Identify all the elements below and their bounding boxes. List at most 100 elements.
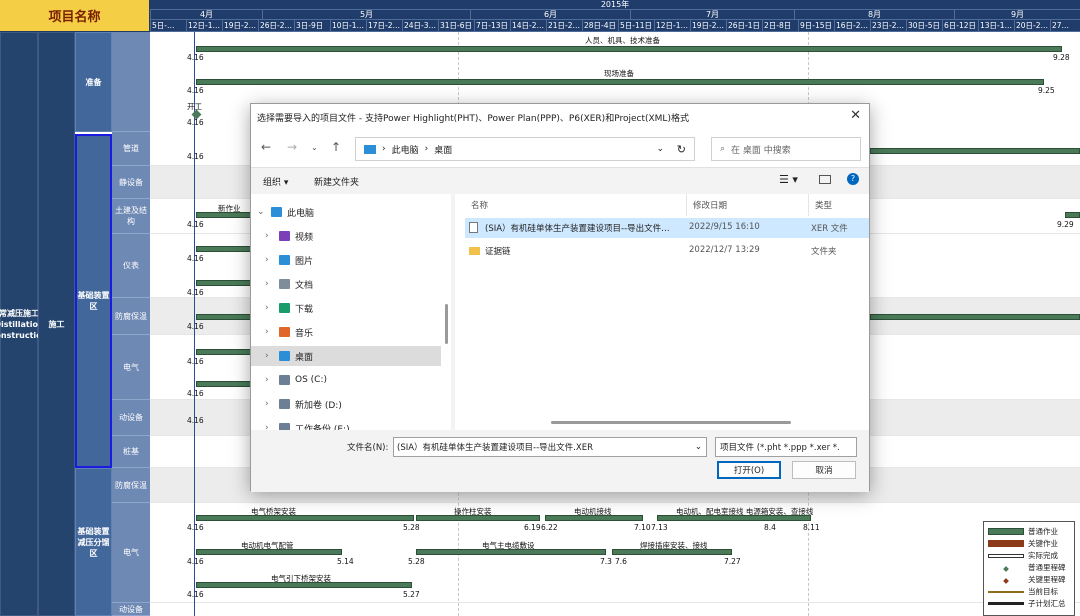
- chevron-right-icon[interactable]: ›: [265, 255, 279, 265]
- back-arrow-icon[interactable]: ←: [261, 140, 271, 154]
- nav-tree-item[interactable]: › 文档: [251, 274, 441, 294]
- vertical-scrollbar[interactable]: [445, 304, 448, 344]
- task-bar-cable-tray[interactable]: [196, 515, 414, 521]
- task-bar-motor-dist[interactable]: [657, 515, 811, 521]
- task-bar-motor-wiring[interactable]: [545, 515, 643, 521]
- file-row[interactable]: 证据链 2022/12/7 13:29 文件夹: [465, 241, 869, 261]
- date-label: 9.25: [1038, 86, 1055, 95]
- file-row[interactable]: (SIA）有机硅单体生产装置建设项目--导出文件… 2022/9/15 16:1…: [465, 218, 869, 238]
- task-bar[interactable]: [196, 246, 252, 252]
- chevron-right-icon[interactable]: ›: [265, 399, 279, 409]
- tree-item[interactable]: 动设备: [112, 400, 150, 436]
- chevron-down-icon[interactable]: ⌄: [656, 144, 664, 154]
- week-label: 21日-2…: [546, 20, 581, 31]
- tree-item[interactable]: 土建及结构: [112, 199, 150, 234]
- tree-group-vacuum[interactable]: 基础装置减压分馏区: [75, 468, 112, 616]
- task-bar-right[interactable]: [1065, 212, 1080, 218]
- horizontal-scrollbar[interactable]: [551, 421, 791, 424]
- task-bar-site[interactable]: [196, 79, 1044, 85]
- nav-tree-item[interactable]: › 工作备份 (E:): [251, 418, 441, 430]
- breadcrumb-this-pc[interactable]: 此电脑: [392, 143, 419, 156]
- tree-group-prep[interactable]: 准备: [75, 32, 112, 132]
- nav-tree-item[interactable]: › 音乐: [251, 322, 441, 342]
- date-label: 4.16: [187, 220, 204, 229]
- new-folder-button[interactable]: 新建文件夹: [314, 175, 359, 188]
- project-name-header: 项目名称: [0, 0, 150, 32]
- filetype-select[interactable]: 项目文件 (*.pht *.ppp *.xer *.: [715, 437, 857, 457]
- address-bar[interactable]: › 此电脑 › 桌面 ⌄ ↻: [355, 137, 695, 161]
- week-label: 5日-…: [150, 20, 186, 31]
- preview-pane-icon[interactable]: [819, 175, 831, 184]
- help-icon[interactable]: ?: [847, 173, 859, 185]
- task-bar[interactable]: [196, 381, 252, 387]
- date-label: 7.6: [615, 557, 627, 566]
- tree-group-base[interactable]: 基础装置区: [75, 134, 112, 468]
- task-bar[interactable]: [196, 349, 252, 355]
- tree-item[interactable]: 电气: [112, 335, 150, 400]
- refresh-icon[interactable]: ↻: [677, 143, 686, 156]
- month-label: 9月: [954, 10, 1080, 19]
- organize-button[interactable]: 组织 ▾: [263, 175, 288, 188]
- nav-tree-item[interactable]: › 桌面: [251, 346, 441, 366]
- desktop-icon: [279, 351, 290, 361]
- chevron-right-icon[interactable]: ›: [265, 303, 279, 313]
- tree-item[interactable]: 管道: [112, 132, 150, 166]
- column-header-name[interactable]: 名称: [465, 194, 687, 216]
- chevron-right-icon[interactable]: ›: [265, 279, 279, 289]
- tree-item[interactable]: 电气: [112, 503, 150, 603]
- task-bar-weld[interactable]: [612, 549, 732, 555]
- chevron-right-icon[interactable]: ›: [265, 231, 279, 241]
- chevron-down-icon[interactable]: ⌄: [257, 207, 271, 217]
- view-options-icon[interactable]: ☰ ▾: [779, 173, 798, 186]
- date-label: 4.16: [187, 389, 204, 398]
- tree-item[interactable]: 静设备: [112, 166, 150, 199]
- month-row: 4月 5月 6月 7月 8月 9月: [150, 10, 1080, 20]
- task-bar-motor-cfg[interactable]: [196, 549, 342, 555]
- task-bar-newjob[interactable]: [196, 212, 252, 218]
- task-bar[interactable]: [870, 148, 1080, 154]
- chevron-right-icon[interactable]: ›: [265, 375, 279, 385]
- gantt-app: 项目名称 2015年 4月 5月 6月 7月 8月 9月 5日-… 12日-1… 19日-2……: [0, 0, 1080, 616]
- tree-item[interactable]: 桩基: [112, 436, 150, 468]
- nav-tree-item[interactable]: › 图片: [251, 250, 441, 270]
- chevron-right-icon[interactable]: ›: [265, 327, 279, 337]
- chevron-down-icon[interactable]: ⌄: [695, 442, 702, 452]
- nav-tree-item[interactable]: › 新加卷 (D:): [251, 394, 441, 414]
- task-bar-column[interactable]: [416, 515, 540, 521]
- close-icon[interactable]: ✕: [850, 108, 861, 123]
- tree-item[interactable]: 防腐保温: [112, 298, 150, 335]
- week-label: 9日-15日: [798, 20, 833, 31]
- week-label: 26日-1日: [726, 20, 761, 31]
- forward-arrow-icon[interactable]: →: [287, 140, 297, 154]
- breadcrumb-desktop[interactable]: 桌面: [434, 143, 452, 156]
- open-button[interactable]: 打开(O): [717, 461, 781, 479]
- cancel-button[interactable]: 取消: [792, 461, 856, 479]
- tree-level1[interactable]: 常减压施工 Distillation construction: [0, 32, 47, 616]
- tree-item[interactable]: 防腐保温: [112, 468, 150, 503]
- task-bar-people[interactable]: [196, 46, 1062, 52]
- chevron-right-icon[interactable]: ›: [265, 351, 279, 361]
- chevron-right-icon[interactable]: ›: [265, 423, 279, 430]
- task-bar[interactable]: [870, 314, 1080, 320]
- legend-swatch: [988, 540, 1024, 547]
- search-input[interactable]: ⌕ 在 桌面 中搜索: [711, 137, 861, 161]
- filename-input[interactable]: (SIA）有机硅单体生产装置建设项目--导出文件.XER ⌄: [393, 437, 707, 457]
- date-label: 4.16: [187, 416, 204, 425]
- nav-tree-item[interactable]: › 视频: [251, 226, 441, 246]
- column-header-date[interactable]: 修改日期: [687, 194, 809, 216]
- task-bar-cable-lay[interactable]: [196, 582, 412, 588]
- legend-swatch: [988, 602, 1024, 605]
- task-bar[interactable]: [196, 280, 252, 286]
- column-header-type[interactable]: 类型: [809, 194, 869, 216]
- up-arrow-icon[interactable]: ↑: [331, 140, 341, 154]
- navigation-tree: ⌄ 此电脑 › 视频 › 图片 › 文档 › 下载 › 音乐 › 桌面 › OS (C:) › 新加卷 (D:) ›…: [251, 194, 451, 430]
- tree-level2[interactable]: 施工: [38, 32, 75, 616]
- nav-tree-item[interactable]: › 下载: [251, 298, 441, 318]
- nav-tree-item[interactable]: › OS (C:): [251, 370, 441, 390]
- tree-item[interactable]: 动设备: [112, 603, 150, 616]
- tree-item[interactable]: 仪表: [112, 234, 150, 298]
- nav-tree-item[interactable]: ⌄ 此电脑: [251, 202, 441, 222]
- chevron-down-icon[interactable]: ⌄: [311, 143, 318, 152]
- week-label: 10日-1…: [330, 20, 365, 31]
- task-bar-main-cable[interactable]: [416, 549, 606, 555]
